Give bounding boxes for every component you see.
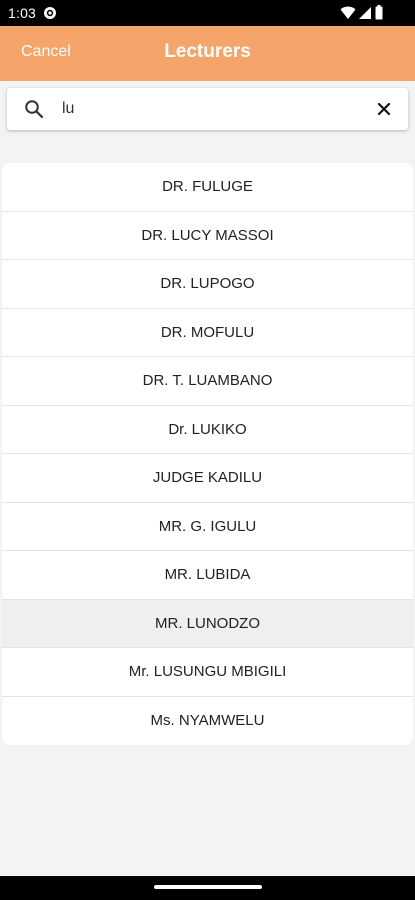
status-time: 1:03	[8, 5, 37, 21]
lecturer-list-item[interactable]: MR. LUNODZO	[2, 599, 413, 648]
lecturer-list-item[interactable]: DR. LUPOGO	[2, 260, 413, 309]
navigation-bar	[0, 876, 415, 900]
lecturer-list-item[interactable]: DR. T. LUAMBANO	[2, 357, 413, 406]
lecturer-list-item[interactable]: Ms. NYAMWELU	[2, 697, 413, 746]
page-title: Lecturers	[164, 41, 251, 62]
wifi-icon	[340, 6, 356, 19]
search-input[interactable]	[62, 96, 362, 122]
lecturer-list-item[interactable]: DR. MOFULU	[2, 309, 413, 357]
lecturer-list: DR. FULUGE DR. LUCY MASSOI DR. LUPOGO DR. M…	[2, 163, 413, 745]
home-indicator[interactable]	[154, 885, 262, 889]
close-icon[interactable]	[376, 101, 392, 117]
battery-icon	[375, 5, 383, 20]
status-bar: 1:03	[0, 0, 415, 26]
search-bar	[7, 88, 408, 130]
lecturer-list-item[interactable]: Dr. LUKIKO	[2, 406, 413, 454]
cell-signal-icon	[359, 7, 371, 19]
app-indicator-icon	[44, 7, 56, 19]
lecturer-list-item[interactable]: MR. LUBIDA	[2, 551, 413, 600]
lecturer-list-item[interactable]: Mr. LUSUNGU MBIGILI	[2, 648, 413, 697]
lecturer-list-item[interactable]: DR. FULUGE	[2, 163, 413, 212]
lecturer-list-item[interactable]: MR. G. IGULU	[2, 503, 413, 551]
lecturer-list-item[interactable]: JUDGE KADILU	[2, 454, 413, 503]
lecturers-screen: 1:03 Cancel Lecturers DR. FULU	[0, 0, 415, 900]
search-icon	[25, 100, 44, 119]
lecturer-list-item[interactable]: DR. LUCY MASSOI	[2, 212, 413, 260]
app-bar: Cancel Lecturers	[0, 26, 415, 81]
